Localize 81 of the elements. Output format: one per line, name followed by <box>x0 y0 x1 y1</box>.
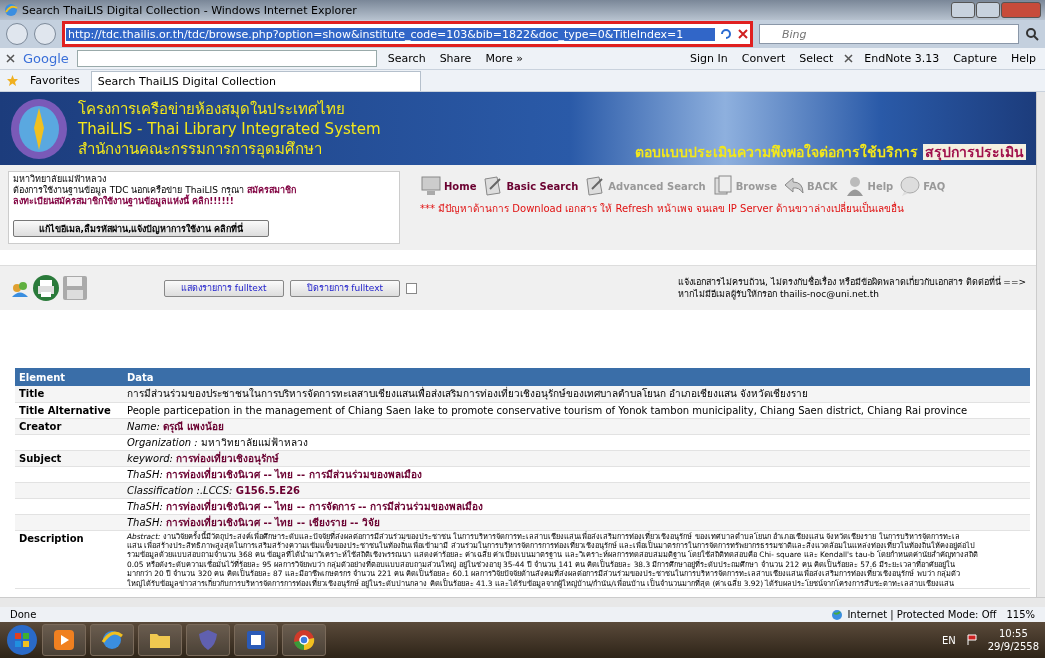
help-button[interactable]: แก้ไขอีเมล,ลืมรหัสผ่าน,แจ้งปัญหาการใช้งาน คลิกที่นี่ <box>13 220 269 237</box>
address-field[interactable]: http://tdc.thailis.or.th/tdc/browse.php?option=show&institute_code=103&bib=1822&doc_type=0&TitleIndex=1 <box>66 27 715 41</box>
field-label: ThaSH: <box>127 500 163 512</box>
maximize-button[interactable] <box>976 2 1000 18</box>
search-field[interactable]: Bing <box>759 24 1019 44</box>
flag-icon[interactable] <box>965 634 978 646</box>
clock-date[interactable]: 29/9/2558 <box>987 640 1039 653</box>
toolbar-button[interactable]: Capture <box>950 52 1000 65</box>
signup-link[interactable]: สมัครสมาชิก <box>246 185 296 195</box>
toolbar-button[interactable]: Share <box>436 52 475 65</box>
vertical-scrollbar[interactable] <box>1036 92 1045 597</box>
university-name: มหาวิทยาลัยแม่ฟ้าหลวง <box>13 174 107 185</box>
field-value: มหาวิทยาลัยแม่ฟ้าหลวง <box>200 436 308 448</box>
globe-icon <box>831 608 844 621</box>
row-label: Title <box>15 386 123 402</box>
toolbar-button[interactable]: Help <box>1007 52 1039 65</box>
toolbar-button[interactable]: Select <box>796 52 837 65</box>
field-label: Organization : <box>127 436 198 448</box>
back-button[interactable] <box>6 23 28 45</box>
data-cell: People particepation in the management of Chiang Saen lake to promote conservative tourism of Yonok tambon municipality, Chiang Saen district, Chiang Rai province <box>123 402 1030 418</box>
field-label: ThaSH: <box>127 516 163 528</box>
data-cell: การมีส่วนร่วมของประชาชนในการบริหารจัดการทะเลสาบเชียงแสนเพื่อส่งเสริมการท่องเที่ยวเชิงอนุรักษ์ของเทศบาลตำบลโยนก อำเภอเชียงแสน จังหวัดเชียงราย <box>123 386 1030 402</box>
refresh-icon[interactable] <box>719 27 733 41</box>
start-button-icon[interactable] <box>6 624 38 656</box>
nav-link[interactable]: Home <box>444 180 477 192</box>
field-value: การท่องเที่ยวเชิงนิเวศ -- ไทย -- เชียงราย -- วิจัย <box>166 516 380 528</box>
column-header: Data <box>123 368 1030 386</box>
favorites-button[interactable]: Favorites <box>27 74 83 87</box>
report-notice: หากไม่มีอีเมลผู้รับให้กรอก thailis-noc@uni.net.th <box>678 288 880 300</box>
summary-link[interactable]: สรุปการประเมิน <box>923 144 1026 160</box>
close-icon[interactable] <box>6 54 15 63</box>
toolbar-button[interactable]: EndNote 3.13 <box>861 52 943 65</box>
stop-icon[interactable] <box>737 28 749 40</box>
zoom-level[interactable]: 115% <box>1006 609 1035 620</box>
banner-title: โครงการเครือข่ายห้องสมุดในประเทศไทย <box>78 98 346 119</box>
toolbar-logo: Google <box>23 51 69 66</box>
forward-button[interactable] <box>34 23 56 45</box>
banner-title: ThaiLIS - Thai Library Integrated System <box>78 119 381 139</box>
horizontal-scrollbar[interactable] <box>0 597 1045 607</box>
window-title: Search ThaiLIS Digital Collection - Windows Internet Explorer <box>22 3 357 17</box>
field-value: การท่องเที่ยวเชิงนิเวศ -- ไทย -- การมีส่วนร่วมของพลเมือง <box>166 468 422 480</box>
report-notice: แจ้งเอกสารไม่ครบถ้วน, ไม่ตรงกับชื่อเรื่อง หรือมีข้อผิดพลาดเกี่ยวกับเอกสาร ติดต่อที่นี่ ==> <box>678 276 1026 288</box>
field-value: การท่องเที่ยวเชิงอนุรักษ์ <box>176 452 280 464</box>
printer-icon[interactable] <box>32 274 60 302</box>
toolbar-button[interactable]: Sign In <box>687 52 731 65</box>
field-value: การท่องเที่ยวเชิงนิเวศ -- ไทย -- การจัดการ -- การมีส่วนร่วมของพลเมือง <box>166 500 483 512</box>
column-header: Element <box>15 368 123 386</box>
media-player-icon[interactable] <box>52 628 76 652</box>
status-text: Done <box>10 609 37 620</box>
member-notice: ต้องการใช้งานฐานข้อมูล TDC นอกเครือข่าย ThaiLIS กรุณา <box>13 185 244 195</box>
field-label: Classification :.LCCS: <box>127 484 233 496</box>
close-icon[interactable] <box>844 54 854 63</box>
field-value: ดรุณี แพงน้อย <box>163 420 224 432</box>
nav-link[interactable]: Basic Search <box>506 180 579 192</box>
field-label: Name: <box>127 420 160 432</box>
star-icon <box>6 74 19 87</box>
browser-tab[interactable]: Search ThaiLIS Digital Collection <box>90 70 421 91</box>
register-link[interactable]: ลงทะเบียนสมัครสมาชิกใช้งานฐานข้อมูลแห่งนี้ คลิก!!!!!! <box>13 196 395 207</box>
row-label: Title Alternative <box>15 402 123 418</box>
row-label: Description <box>15 530 123 589</box>
security-zone: Internet | Protected Mode: Off <box>847 609 997 620</box>
search-icon[interactable] <box>1025 27 1039 41</box>
minimize-button[interactable] <box>951 2 975 18</box>
checkbox[interactable] <box>406 282 417 294</box>
field-label: keyword: <box>127 452 173 464</box>
emblem-logo <box>10 97 68 160</box>
banner-title: สำนักงานคณะกรรมการการอุดมศึกษา <box>78 138 323 159</box>
toolbar-button[interactable]: More » <box>482 52 526 65</box>
toolbar-button[interactable]: Search <box>384 52 429 65</box>
chrome-icon[interactable] <box>292 628 316 652</box>
toolbar-button[interactable]: Convert <box>738 52 789 65</box>
field-value: G156.5.E26 <box>235 484 301 496</box>
language-indicator[interactable]: EN <box>941 634 956 646</box>
browser-icon <box>4 3 18 17</box>
browser-icon[interactable] <box>100 628 124 652</box>
toolbar-search-field[interactable] <box>76 50 377 67</box>
warning-text: *** มีปัญหาด้านการ Download เอกสาร ให้ Refresh หน้าเพจ จนเลข IP Server ด้านขวาล่างเปลี่ยนเป็นเลขอื่น <box>420 201 906 216</box>
hide-fulltext-button[interactable]: ปิดรายการ fulltext <box>289 279 400 297</box>
field-label: ThaSH: <box>127 468 163 480</box>
clock-time[interactable]: 10:55 <box>998 627 1028 640</box>
show-fulltext-button[interactable]: แสดงรายการ fulltext <box>164 279 284 297</box>
